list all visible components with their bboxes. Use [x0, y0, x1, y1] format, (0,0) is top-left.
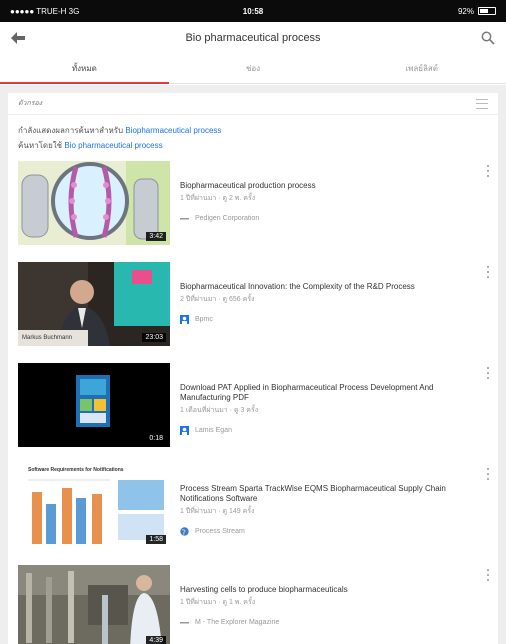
app-bar: Bio pharmaceutical process: [0, 22, 506, 54]
tab-all[interactable]: ทั้งหมด: [0, 54, 169, 84]
video-thumbnail[interactable]: 0:18: [18, 363, 170, 447]
video-meta: Process Stream Sparta TrackWise EQMS Bio…: [180, 484, 470, 536]
back-button[interactable]: [0, 22, 36, 54]
search-icon: [481, 31, 495, 45]
results-card: ตัวกรอง กำลังแสดงผลการค้นหาสำหรับ Biopha…: [8, 93, 498, 644]
original-query-link[interactable]: Bio pharmaceutical process: [64, 141, 162, 150]
spelling-correction: กำลังแสดงผลการค้นหาสำหรับ Biopharmaceuti…: [8, 115, 498, 153]
channel-avatar-icon: [180, 426, 189, 435]
channel-globe-icon: [180, 527, 189, 536]
showing-prefix: กำลังแสดงผลการค้นหาสำหรับ: [18, 126, 126, 135]
thumbnail-caption: Markus Buchmann: [22, 335, 73, 341]
more-options-icon[interactable]: [483, 365, 493, 381]
video-title[interactable]: Harvesting cells to produce biopharmaceu…: [180, 585, 470, 595]
video-title[interactable]: Biopharmaceutical production process: [180, 181, 470, 191]
video-duration: 23:03: [142, 333, 166, 342]
instead-prefix: ค้นหาโดยใช้: [18, 141, 65, 150]
more-options-icon[interactable]: [483, 163, 493, 179]
video-title[interactable]: Download PAT Applied in Biopharmaceutica…: [180, 383, 470, 403]
video-title[interactable]: Process Stream Sparta TrackWise EQMS Bio…: [180, 484, 470, 504]
video-thumbnail[interactable]: 4:39: [18, 565, 170, 644]
video-meta: Harvesting cells to produce biopharmaceu…: [180, 585, 470, 627]
search-instead-line: ค้นหาโดยใช้ Bio pharmaceutical process: [18, 138, 488, 153]
video-channel[interactable]: Pedigen Corporation: [180, 214, 470, 223]
search-button[interactable]: [470, 22, 506, 54]
video-result[interactable]: Markus Buchmann 23:03 Biopharmaceutical …: [18, 262, 493, 350]
video-meta: Biopharmaceutical Innovation: the Comple…: [180, 282, 470, 324]
video-thumbnail[interactable]: 3:42: [18, 161, 170, 245]
video-channel[interactable]: M - The Explorer Magazine: [180, 618, 470, 627]
video-duration: 0:18: [146, 434, 166, 443]
corrected-query-link[interactable]: Biopharmaceutical process: [125, 126, 221, 135]
battery-icon: [478, 7, 496, 15]
video-duration: 4:39: [146, 636, 166, 644]
carrier-label: ●●●●● TRUE-H 3G: [10, 6, 80, 16]
video-result[interactable]: 0:18 Download PAT Applied in Biopharmace…: [18, 363, 493, 451]
results-feed: ตัวกรอง กำลังแสดงผลการค้นหาสำหรับ Biopha…: [0, 85, 506, 644]
status-bar: ●●●●● TRUE-H 3G 10:58 92%: [0, 0, 506, 22]
video-info: 1 ปีที่ผ่านมา · ดู 1 พ. ครั้ง: [180, 599, 256, 606]
video-thumbnail[interactable]: Software Requirements for Notifications …: [18, 464, 170, 548]
channel-avatar-icon: [180, 315, 189, 324]
video-title[interactable]: Biopharmaceutical Innovation: the Comple…: [180, 282, 470, 292]
video-channel[interactable]: Bpmc: [180, 315, 470, 324]
channel-name: M - The Explorer Magazine: [195, 619, 280, 626]
channel-name: Process Stream: [195, 528, 245, 535]
result-tabs: ทั้งหมด ช่อง เพลย์ลิสต์: [0, 54, 506, 84]
video-result[interactable]: 3:42 Biopharmaceutical production proces…: [18, 161, 493, 249]
filter-icon[interactable]: [476, 98, 488, 109]
filter-label: ตัวกรอง: [18, 100, 43, 107]
tab-playlists[interactable]: เพลย์ลิสต์: [337, 54, 506, 83]
video-result[interactable]: 4:39 Harvesting cells to produce biophar…: [18, 565, 493, 644]
thumbnail-heading: Software Requirements for Notifications: [28, 467, 124, 473]
video-info: 1 เดือนที่ผ่านมา · ดู 3 ครั้ง: [180, 407, 259, 414]
video-meta: Download PAT Applied in Biopharmaceutica…: [180, 383, 470, 435]
battery-status: 92%: [334, 7, 496, 16]
channel-name: Lamis Egan: [195, 427, 232, 434]
showing-results-line: กำลังแสดงผลการค้นหาสำหรับ Biopharmaceuti…: [18, 123, 488, 138]
clock: 10:58: [242, 6, 264, 16]
more-options-icon[interactable]: [483, 466, 493, 482]
channel-bar-icon: [180, 622, 189, 624]
lab-thumbnail-art: [18, 565, 170, 644]
video-result[interactable]: Software Requirements for Notifications …: [18, 464, 493, 552]
channel-bar-icon: [180, 218, 189, 220]
video-info: 2 ปีที่ผ่านมา · ดู 656 ครั้ง: [180, 296, 255, 303]
video-info: 1 ปีที่ผ่านมา · ดู 149 ครั้ง: [180, 508, 255, 515]
video-thumbnail[interactable]: Markus Buchmann 23:03: [18, 262, 170, 346]
tab-channels[interactable]: ช่อง: [169, 54, 338, 83]
video-channel[interactable]: Lamis Egan: [180, 426, 470, 435]
more-options-icon[interactable]: [483, 567, 493, 583]
video-duration: 3:42: [146, 232, 166, 241]
filter-row[interactable]: ตัวกรอง: [8, 93, 498, 115]
battery-percent: 92%: [457, 6, 474, 16]
search-query-title[interactable]: Bio pharmaceutical process: [36, 32, 470, 44]
video-channel[interactable]: Process Stream: [180, 527, 470, 536]
channel-name: Bpmc: [195, 316, 213, 323]
more-options-icon[interactable]: [483, 264, 493, 280]
channel-name: Pedigen Corporation: [195, 215, 260, 222]
arrow-back-icon: [11, 32, 25, 44]
video-meta: Biopharmaceutical production process 1 ป…: [180, 181, 470, 223]
video-duration: 1:58: [146, 535, 166, 544]
video-info: 1 ปีที่ผ่านมา · ดู 2 พ. ครั้ง: [180, 195, 256, 202]
